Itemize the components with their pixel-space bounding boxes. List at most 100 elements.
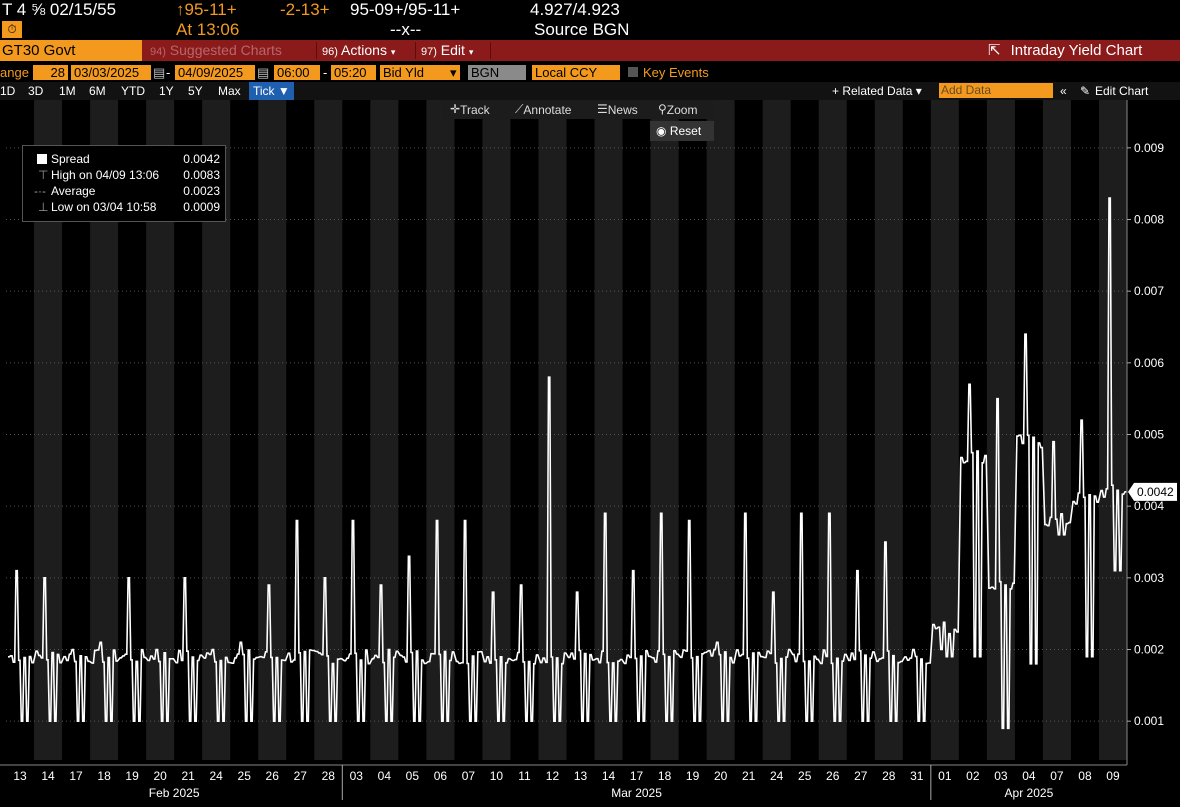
legend-low: ⊥ Low on 03/04 10:58 0.0009 bbox=[23, 199, 223, 215]
annotate-tool[interactable]: ⟋ Annotate bbox=[515, 101, 571, 118]
period-field[interactable]: 28 bbox=[33, 65, 68, 80]
x-tick-label: 02 bbox=[966, 769, 980, 783]
add-data-input[interactable]: Add Data bbox=[939, 83, 1053, 98]
x-tick-label: 13 bbox=[13, 769, 27, 783]
start-date-field[interactable]: 03/03/2025 bbox=[71, 65, 151, 80]
edit-chart-button[interactable]: Edit Chart bbox=[1095, 83, 1148, 99]
collapse-icon[interactable]: « bbox=[1060, 83, 1067, 99]
x-tick-label: 24 bbox=[210, 769, 224, 783]
square-icon bbox=[37, 154, 47, 164]
x-tick-label: 14 bbox=[41, 769, 55, 783]
x-tick-label: 07 bbox=[1050, 769, 1064, 783]
range-5y[interactable]: 5Y bbox=[188, 83, 203, 99]
start-time-field[interactable]: 06:00 bbox=[274, 65, 320, 80]
legend-high-value: 0.0083 bbox=[183, 168, 220, 182]
x-tick-label: 04 bbox=[1022, 769, 1036, 783]
range-1y[interactable]: 1Y bbox=[159, 83, 174, 99]
chart-tools: ✛ Track ⟋ Annotate ☰ News ⚲ Zoom bbox=[442, 100, 714, 119]
x-tick-label: 09 bbox=[1106, 769, 1120, 783]
x-tick-label: 11 bbox=[518, 769, 531, 783]
source-field[interactable]: BGN bbox=[468, 65, 526, 80]
y-tick-label: 0.005 bbox=[1134, 428, 1164, 442]
month-label: Feb 2025 bbox=[149, 786, 200, 800]
end-time-field[interactable]: 05:20 bbox=[331, 65, 376, 80]
range-1m[interactable]: 1M bbox=[59, 83, 76, 99]
x-tick-label: 31 bbox=[910, 769, 924, 783]
x-tick-label: 07 bbox=[462, 769, 476, 783]
track-label: Track bbox=[460, 103, 490, 117]
month-label: Apr 2025 bbox=[1005, 786, 1054, 800]
y-tick-label: 0.008 bbox=[1134, 213, 1164, 227]
range-label: ange bbox=[0, 65, 29, 80]
x-tick-label: 10 bbox=[490, 769, 504, 783]
suggested-label: Suggested Charts bbox=[169, 42, 282, 58]
currency-select[interactable]: Local CCY bbox=[532, 65, 620, 80]
reset-button[interactable]: ◉ Reset bbox=[650, 121, 714, 141]
low-icon: ⊥ bbox=[38, 200, 49, 214]
legend-high-label: High on 04/09 13:06 bbox=[51, 168, 160, 182]
chevron-down-icon[interactable]: ▾ bbox=[450, 65, 457, 80]
x-tick-label: 17 bbox=[69, 769, 83, 783]
track-tool[interactable]: ✛ Track bbox=[450, 101, 490, 118]
chevron-down-icon: ▾ bbox=[468, 47, 474, 57]
legend-spread: Spread 0.0042 bbox=[23, 151, 223, 167]
bid-ask: 95-09+/95-11+ bbox=[350, 0, 461, 19]
day-band bbox=[930, 100, 959, 760]
checkbox-icon[interactable] bbox=[628, 67, 638, 77]
quote-time: At 13:06 bbox=[176, 20, 240, 39]
x-tick-label: 19 bbox=[686, 769, 700, 783]
x-tick-label: 18 bbox=[658, 769, 672, 783]
chart-settings: ange 28 03/03/2025 ▤ - 04/09/2025 ▤ 06:0… bbox=[0, 63, 1180, 83]
x-tick-label: 08 bbox=[1078, 769, 1092, 783]
high-icon: ⊤ bbox=[38, 168, 49, 182]
x-tick-label: 25 bbox=[238, 769, 252, 783]
last-price: ↑95-11+ bbox=[176, 0, 237, 19]
actions-num: 96) bbox=[322, 46, 338, 58]
divider bbox=[490, 42, 491, 59]
y-tick-label: 0.006 bbox=[1134, 356, 1164, 370]
reset-label: Reset bbox=[669, 124, 702, 138]
suggested-num: 94) bbox=[150, 46, 166, 58]
zoom-tool[interactable]: ⚲ Zoom bbox=[658, 101, 697, 118]
month-label: Mar 2025 bbox=[611, 786, 662, 800]
key-events-label: Key Events bbox=[643, 65, 709, 80]
tick-selector[interactable]: Tick ▼ bbox=[249, 82, 294, 100]
bloomberg-icon[interactable]: ⏱ bbox=[2, 21, 22, 38]
calendar-icon[interactable]: ▤ bbox=[257, 65, 269, 80]
legend-average-label: Average bbox=[51, 184, 96, 198]
ticker-field[interactable]: GT30 Govt bbox=[0, 40, 142, 61]
news-tool[interactable]: ☰ News bbox=[597, 101, 638, 118]
x-tick-label: 26 bbox=[826, 769, 840, 783]
chart-legend: Spread 0.0042 ⊤ High on 04/09 13:06 0.0083 … bbox=[22, 145, 226, 222]
related-data-button[interactable]: + Related Data ▾ bbox=[832, 83, 922, 99]
range-max[interactable]: Max bbox=[218, 83, 241, 99]
day-band bbox=[1098, 100, 1127, 760]
range-3d[interactable]: 3D bbox=[28, 83, 43, 99]
range-1d[interactable]: 1D bbox=[0, 83, 15, 99]
field-select[interactable]: Bid Yld bbox=[380, 65, 460, 80]
calendar-icon[interactable]: ▤ bbox=[153, 65, 165, 80]
edit-label: Edit bbox=[440, 42, 465, 58]
y-tick-label: 0.007 bbox=[1134, 284, 1164, 298]
x-tick-label: 25 bbox=[798, 769, 812, 783]
edit-num: 97) bbox=[421, 46, 437, 58]
security-name: T 4 ⅝ 02/15/55 bbox=[2, 0, 117, 19]
time-dash: - bbox=[323, 65, 328, 80]
x-tick-label: 20 bbox=[714, 769, 728, 783]
edit-menu[interactable]: 97) Edit ▾ bbox=[421, 42, 473, 59]
x-tick-label: 14 bbox=[602, 769, 616, 783]
range-ytd[interactable]: YTD bbox=[121, 83, 145, 99]
range-6m[interactable]: 6M bbox=[89, 83, 106, 99]
actions-menu[interactable]: 96) Actions ▾ bbox=[322, 42, 395, 59]
legend-high: ⊤ High on 04/09 13:06 0.0083 bbox=[23, 167, 223, 183]
legend-low-label: Low on 03/04 10:58 bbox=[51, 200, 157, 214]
chart-title-text: Intraday Yield Chart bbox=[1010, 42, 1143, 59]
average-icon: -·- bbox=[34, 184, 46, 198]
x-tick-label: 20 bbox=[153, 769, 167, 783]
legend-series-value: 0.0042 bbox=[183, 152, 220, 166]
popout-icon[interactable]: ⇱ bbox=[988, 42, 1001, 59]
end-date-field[interactable]: 04/09/2025 bbox=[175, 65, 255, 80]
suggested-charts-menu[interactable]: 94) Suggested Charts bbox=[150, 42, 282, 59]
x-tick-label: 01 bbox=[938, 769, 952, 783]
net-change: -2-13+ bbox=[280, 0, 330, 19]
